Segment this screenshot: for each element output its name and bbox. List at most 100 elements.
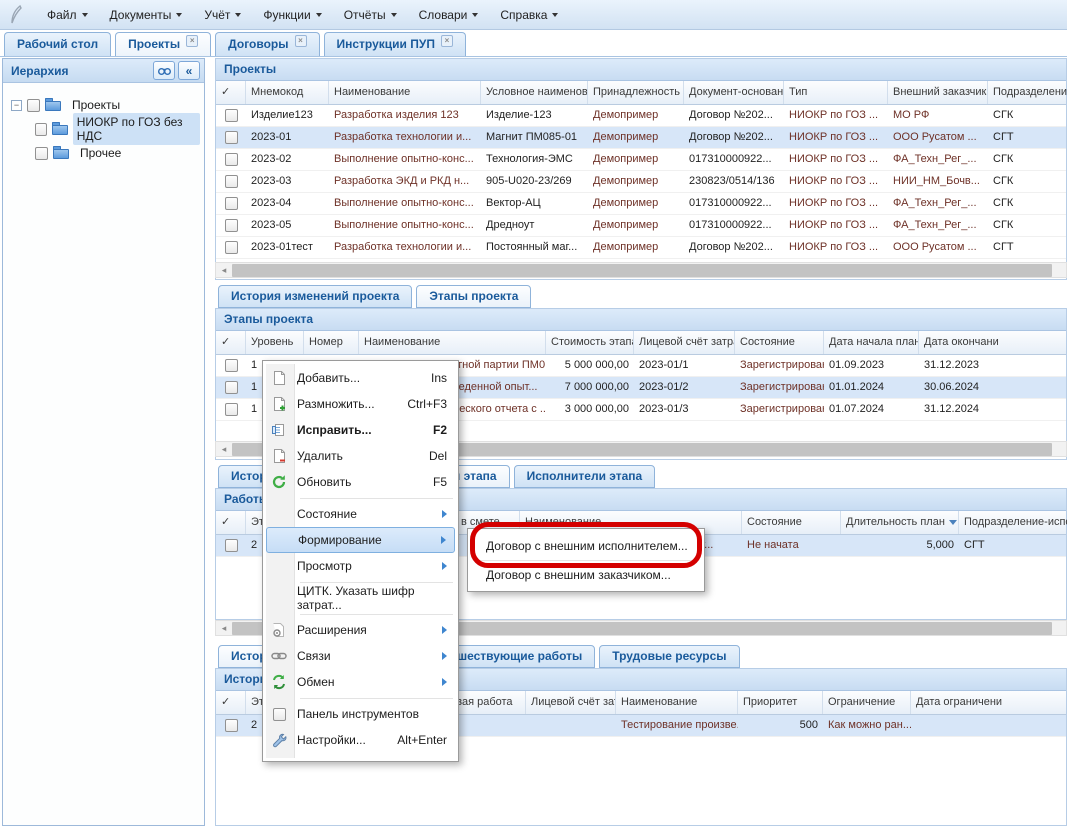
- tab-contracts[interactable]: Договоры×: [215, 32, 319, 56]
- column-header[interactable]: Мнемокод: [246, 81, 329, 104]
- menubar-item[interactable]: Словари: [408, 4, 490, 26]
- column-header[interactable]: Ограничение: [823, 691, 911, 714]
- tab-projects[interactable]: Проекты×: [115, 32, 211, 56]
- select-all-header[interactable]: ✓: [216, 691, 246, 714]
- menu-item-add[interactable]: Добавить... Ins: [266, 365, 455, 391]
- column-header[interactable]: Дата начала план: [824, 331, 919, 354]
- menu-item-delete[interactable]: Удалить Del: [266, 443, 455, 469]
- row-checkbox[interactable]: [225, 109, 238, 122]
- table-row[interactable]: 2023-01 Разработка технологии и... Магни…: [216, 127, 1066, 149]
- projects-hscrollbar[interactable]: ◂: [215, 262, 1067, 278]
- menu-item-citk[interactable]: ЦИТК. Указать шифр затрат...: [266, 585, 455, 611]
- menubar-item[interactable]: Файл: [36, 4, 99, 26]
- column-header[interactable]: Дата ограничени: [911, 691, 1067, 714]
- menubar-item[interactable]: Отчёты: [333, 4, 408, 26]
- menu-item-duplicate[interactable]: Размножить... Ctrl+F3: [266, 391, 455, 417]
- table-row[interactable]: 2023-05 Выполнение опытно-конс... Дредно…: [216, 215, 1066, 237]
- column-header[interactable]: Дата окончани: [919, 331, 1067, 354]
- find-button[interactable]: [153, 61, 175, 80]
- menu-item-view[interactable]: Просмотр: [266, 553, 455, 579]
- row-checkbox[interactable]: [225, 381, 238, 394]
- tab-stage-executors[interactable]: Исполнители этапа: [514, 465, 656, 488]
- context-menu: Добавить... Ins Размножить... Ctrl+F3 Ис…: [262, 360, 459, 762]
- menu-item-state[interactable]: Состояние: [266, 501, 455, 527]
- table-row[interactable]: Изделие123 Разработка изделия 123 Издели…: [216, 105, 1066, 127]
- table-row[interactable]: 2023-04 Выполнение опытно-конс... Вектор…: [216, 193, 1066, 215]
- tree-node-label[interactable]: Прочее: [76, 144, 125, 162]
- column-header[interactable]: Тип: [784, 81, 888, 104]
- menu-item-edit[interactable]: Исправить... F2: [266, 417, 455, 443]
- close-icon[interactable]: ×: [441, 35, 453, 47]
- tab-project-history[interactable]: История изменений проекта: [218, 285, 412, 308]
- tab-project-stages[interactable]: Этапы проекта: [416, 285, 531, 308]
- column-header[interactable]: Условное наименова: [481, 81, 588, 104]
- row-checkbox[interactable]: [225, 539, 238, 552]
- column-header[interactable]: Принадлежность: [588, 81, 684, 104]
- row-checkbox[interactable]: [225, 241, 238, 254]
- row-checkbox[interactable]: [225, 175, 238, 188]
- menu-item-formation[interactable]: Формирование: [266, 527, 455, 553]
- menubar-item[interactable]: Справка: [489, 4, 569, 26]
- row-checkbox[interactable]: [225, 219, 238, 232]
- close-icon[interactable]: ×: [295, 35, 307, 47]
- menu-item-refresh[interactable]: Обновить F5: [266, 469, 455, 495]
- submenu-item-external-contractor[interactable]: Договор с внешним исполнителем...: [472, 533, 700, 559]
- column-header[interactable]: Наименование: [616, 691, 738, 714]
- column-header[interactable]: Состояние: [742, 511, 841, 534]
- column-header[interactable]: Лицевой счёт затрат.: [634, 331, 735, 354]
- menubar-item-label: Словари: [419, 8, 468, 22]
- chevron-down-icon: [552, 13, 558, 17]
- menubar-item[interactable]: Функции: [252, 4, 332, 26]
- scroll-left-icon[interactable]: ◂: [216, 263, 232, 277]
- row-checkbox[interactable]: [225, 131, 238, 144]
- menu-item-extensions[interactable]: Расширения: [266, 617, 455, 643]
- menu-item-links[interactable]: Связи: [266, 643, 455, 669]
- menu-item-toolbar[interactable]: Панель инструментов: [266, 701, 455, 727]
- row-checkbox[interactable]: [225, 359, 238, 372]
- tree-checkbox[interactable]: [35, 123, 47, 136]
- column-header[interactable]: Подразделение: [988, 81, 1067, 104]
- select-all-header[interactable]: ✓: [216, 511, 246, 534]
- tree-checkbox[interactable]: [35, 147, 48, 160]
- column-header[interactable]: Уровень: [246, 331, 304, 354]
- table-row[interactable]: 2023-02 Выполнение опытно-конс... Технол…: [216, 149, 1066, 171]
- scroll-left-icon[interactable]: ◂: [216, 621, 232, 635]
- scrollbar-thumb[interactable]: [232, 264, 1052, 277]
- row-checkbox[interactable]: [225, 719, 238, 732]
- tab-instructions[interactable]: Инструкции ПУП×: [324, 32, 466, 56]
- column-header[interactable]: Номер: [304, 331, 359, 354]
- collapse-panel-button[interactable]: «: [178, 61, 200, 80]
- select-all-header[interactable]: ✓: [216, 331, 246, 354]
- column-header[interactable]: Внешний заказчик: [888, 81, 988, 104]
- submenu-item-external-customer[interactable]: Договор с внешним заказчиком...: [472, 562, 700, 588]
- row-checkbox[interactable]: [225, 153, 238, 166]
- menu-item-settings[interactable]: Настройки... Alt+Enter: [266, 727, 455, 753]
- menu-item-exchange[interactable]: Обмен: [266, 669, 455, 695]
- collapse-node-icon[interactable]: −: [11, 100, 22, 111]
- tree-node-label-selected[interactable]: НИОКР по ГОЗ без НДС: [73, 113, 200, 145]
- table-row[interactable]: 2023-03 Разработка ЭКД и РКД н... 905-U0…: [216, 171, 1066, 193]
- column-header[interactable]: Наименование: [329, 81, 481, 104]
- row-checkbox[interactable]: [225, 197, 238, 210]
- column-header[interactable]: Состояние: [735, 331, 824, 354]
- column-header[interactable]: Документ-основан: [684, 81, 784, 104]
- table-row[interactable]: 2023-01тест Разработка технологии и... П…: [216, 237, 1066, 259]
- column-header[interactable]: Приоритет: [738, 691, 823, 714]
- row-checkbox[interactable]: [225, 403, 238, 416]
- select-all-header[interactable]: ✓: [216, 81, 246, 104]
- scroll-left-icon[interactable]: ◂: [216, 442, 232, 456]
- column-header[interactable]: Лицевой счёт затр: [526, 691, 616, 714]
- menubar-item[interactable]: Учёт: [193, 4, 252, 26]
- tree-checkbox[interactable]: [27, 99, 40, 112]
- column-header[interactable]: Стоимость этапа: [546, 331, 634, 354]
- cell: СГТ: [959, 535, 1067, 556]
- column-header[interactable]: Наименование: [359, 331, 546, 354]
- tree-node-child[interactable]: НИОКР по ГОЗ без НДС: [11, 117, 200, 141]
- tree-node-label[interactable]: Проекты: [68, 96, 124, 114]
- close-icon[interactable]: ×: [186, 35, 198, 47]
- tab-labor-resources[interactable]: Трудовые ресурсы: [599, 645, 739, 668]
- column-header[interactable]: Длительность план: [841, 511, 959, 534]
- tab-desktop[interactable]: Рабочий стол: [4, 32, 111, 56]
- column-header[interactable]: Подразделение-испо: [959, 511, 1067, 534]
- menubar-item[interactable]: Документы: [99, 4, 194, 26]
